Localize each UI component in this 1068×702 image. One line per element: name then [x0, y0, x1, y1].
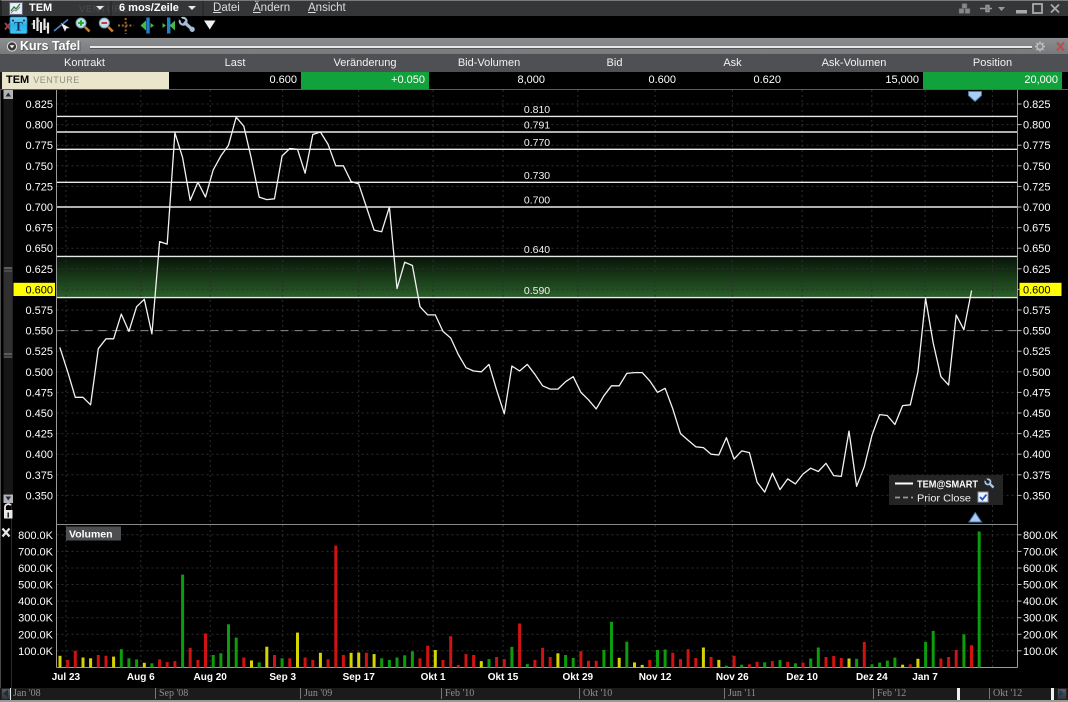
- svg-text:0.650: 0.650: [25, 243, 53, 255]
- svg-text:800.0K: 800.0K: [18, 530, 54, 542]
- svg-text:0.450: 0.450: [25, 408, 53, 420]
- svg-text:0.525: 0.525: [25, 346, 53, 358]
- svg-text:0.400: 0.400: [1023, 449, 1051, 461]
- svg-text:500.0K: 500.0K: [1023, 580, 1059, 592]
- svg-text:0.625: 0.625: [25, 264, 53, 276]
- svg-text:0.575: 0.575: [1023, 305, 1051, 317]
- svg-text:400.0K: 400.0K: [18, 596, 54, 608]
- svg-text:0.750: 0.750: [25, 161, 53, 173]
- svg-text:0.675: 0.675: [1023, 223, 1051, 235]
- svg-text:0.775: 0.775: [1023, 140, 1051, 152]
- svg-text:Okt 29: Okt 29: [563, 672, 594, 683]
- svg-text:0.475: 0.475: [25, 387, 53, 399]
- svg-text:Volumen: Volumen: [69, 529, 113, 541]
- svg-text:800.0K: 800.0K: [1023, 530, 1059, 542]
- svg-text:Sep 17: Sep 17: [343, 672, 376, 683]
- svg-text:0.675: 0.675: [25, 223, 53, 235]
- svg-text:0.590: 0.590: [524, 285, 550, 297]
- svg-text:0.425: 0.425: [1023, 429, 1051, 441]
- svg-text:0.425: 0.425: [25, 429, 53, 441]
- svg-text:0.640: 0.640: [524, 244, 550, 256]
- svg-text:600.0K: 600.0K: [18, 563, 54, 575]
- svg-text:100.0K: 100.0K: [18, 646, 54, 658]
- svg-text:700.0K: 700.0K: [1023, 546, 1059, 558]
- svg-text:0.791: 0.791: [524, 120, 550, 132]
- svg-text:0.700: 0.700: [524, 195, 550, 207]
- svg-text:Okt 15: Okt 15: [488, 672, 519, 683]
- svg-text:0.770: 0.770: [524, 137, 550, 149]
- svg-text:Dez 24: Dez 24: [856, 672, 888, 683]
- svg-text:0.800: 0.800: [1023, 120, 1051, 132]
- svg-text:Aug 20: Aug 20: [194, 672, 228, 683]
- svg-text:Sep 3: Sep 3: [269, 672, 296, 683]
- svg-text:0.725: 0.725: [1023, 181, 1051, 193]
- svg-text:600.0K: 600.0K: [1023, 563, 1059, 575]
- svg-text:300.0K: 300.0K: [18, 613, 54, 625]
- svg-text:0.450: 0.450: [1023, 408, 1051, 420]
- svg-text:100.0K: 100.0K: [1023, 646, 1059, 658]
- svg-text:0.375: 0.375: [25, 470, 53, 482]
- svg-text:0.825: 0.825: [1023, 99, 1051, 111]
- svg-text:0.525: 0.525: [1023, 346, 1051, 358]
- svg-text:0.825: 0.825: [25, 99, 53, 111]
- svg-text:Dez 10: Dez 10: [786, 672, 818, 683]
- svg-text:0.800: 0.800: [25, 120, 53, 132]
- svg-text:Jan 7: Jan 7: [912, 672, 938, 683]
- svg-text:Nov 26: Nov 26: [716, 672, 749, 683]
- svg-text:300.0K: 300.0K: [1023, 613, 1059, 625]
- svg-text:TEM@SMART: TEM@SMART: [917, 479, 979, 491]
- svg-text:0.500: 0.500: [1023, 367, 1051, 379]
- svg-text:Nov 12: Nov 12: [639, 672, 672, 683]
- svg-text:0.700: 0.700: [1023, 202, 1051, 214]
- svg-text:0.475: 0.475: [1023, 387, 1051, 399]
- svg-text:0.625: 0.625: [1023, 264, 1051, 276]
- svg-text:0.600: 0.600: [25, 284, 53, 296]
- svg-text:0.575: 0.575: [25, 305, 53, 317]
- svg-text:0.550: 0.550: [25, 326, 53, 338]
- svg-text:Prior Close: Prior Close: [917, 493, 971, 505]
- svg-text:0.550: 0.550: [1023, 326, 1051, 338]
- svg-text:200.0K: 200.0K: [1023, 629, 1059, 641]
- svg-text:T: T: [14, 19, 23, 34]
- svg-text:700.0K: 700.0K: [18, 546, 54, 558]
- svg-text:Aug 6: Aug 6: [127, 672, 155, 683]
- svg-text:Okt 1: Okt 1: [421, 672, 446, 683]
- svg-text:0.730: 0.730: [524, 170, 550, 182]
- svg-text:0.375: 0.375: [1023, 470, 1051, 482]
- svg-text:0.650: 0.650: [1023, 243, 1051, 255]
- svg-text:200.0K: 200.0K: [18, 629, 54, 641]
- svg-text:400.0K: 400.0K: [1023, 596, 1059, 608]
- svg-text:0.500: 0.500: [25, 367, 53, 379]
- svg-text:0.700: 0.700: [25, 202, 53, 214]
- svg-text:0.600: 0.600: [1023, 284, 1051, 296]
- svg-text:Jul 23: Jul 23: [52, 672, 81, 683]
- svg-text:500.0K: 500.0K: [18, 580, 54, 592]
- svg-text:0.350: 0.350: [1023, 490, 1051, 502]
- svg-text:0.725: 0.725: [25, 181, 53, 193]
- svg-text:0.750: 0.750: [1023, 161, 1051, 173]
- svg-text:0.350: 0.350: [25, 490, 53, 502]
- svg-text:0.775: 0.775: [25, 140, 53, 152]
- svg-text:0.810: 0.810: [524, 104, 550, 116]
- svg-text:0.400: 0.400: [25, 449, 53, 461]
